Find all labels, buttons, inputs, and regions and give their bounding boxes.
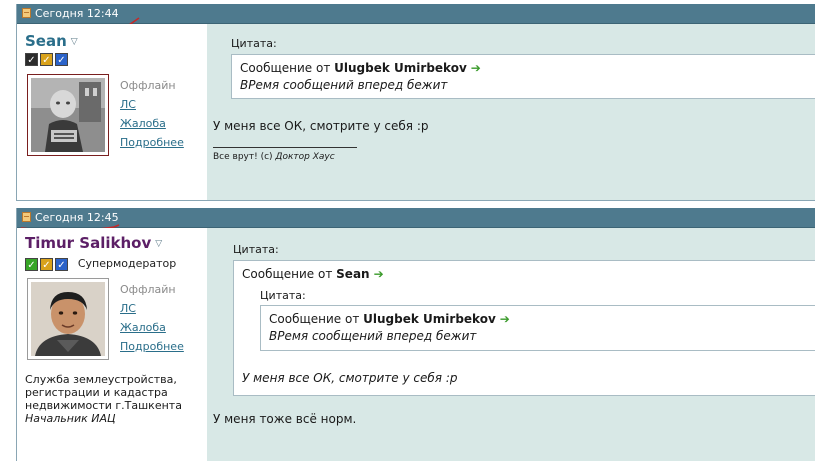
quote-text: ВРемя сообщений вперед бежит bbox=[240, 78, 448, 92]
arrow-right-icon[interactable]: ➔ bbox=[374, 267, 384, 281]
report-link[interactable]: Жалоба bbox=[120, 318, 184, 337]
username[interactable]: Sean ▽ bbox=[25, 32, 78, 50]
user-role: Начальник ИАЦ bbox=[25, 412, 116, 425]
avatar[interactable] bbox=[27, 278, 109, 360]
user-badges: ✓ ✓ ✓ Супермодератор bbox=[25, 257, 176, 271]
nested-quote-header: Сообщение от Ulugbek Umirbekov ➔ bbox=[269, 312, 510, 326]
badge-icon: ✓ bbox=[40, 53, 53, 66]
pm-link[interactable]: ЛС bbox=[120, 95, 184, 114]
post-body: У меня тоже всё норм. bbox=[213, 412, 357, 426]
post-sean: Сегодня 12:44 Sean ▽ ✓ ✓ ✓ Оффлайн ЛС Жа… bbox=[16, 4, 815, 201]
quote-label: Цитата: bbox=[231, 37, 277, 50]
user-links: Оффлайн ЛС Жалоба Подробнее bbox=[120, 280, 184, 356]
quote-author: Ulugbek Umirbekov bbox=[363, 312, 496, 326]
post-body: У меня все ОК, смотрите у себя :p bbox=[213, 119, 429, 133]
arrow-right-icon[interactable]: ➔ bbox=[471, 61, 481, 75]
signature-divider bbox=[213, 147, 357, 148]
signature: Все врут! (с) Доктор Хаус bbox=[213, 152, 335, 162]
post-timur: Сегодня 12:45 Timur Salikhov ▽ ✓ ✓ ✓ Суперм… bbox=[16, 208, 815, 461]
report-link[interactable]: Жалоба bbox=[120, 114, 184, 133]
avatar-photo bbox=[31, 78, 105, 152]
quote-box: Сообщение от Ulugbek Umirbekov ➔ ВРемя со… bbox=[231, 54, 815, 99]
message-area: Цитата: Сообщение от Ulugbek Umirbekov ➔ … bbox=[207, 24, 815, 200]
message-area: Цитата: Сообщение от Sean ➔ Цитата: Сообщ… bbox=[207, 228, 815, 461]
quote-header: Сообщение от Ulugbek Umirbekov ➔ bbox=[240, 61, 481, 75]
user-organization: Служба землеустройства, регистрации и ка… bbox=[25, 373, 205, 425]
user-links: Оффлайн ЛС Жалоба Подробнее bbox=[120, 76, 184, 152]
chevron-down-icon[interactable]: ▽ bbox=[155, 239, 162, 249]
quote-label: Цитата: bbox=[233, 243, 279, 256]
badge-icon: ✓ bbox=[25, 258, 38, 271]
avatar[interactable] bbox=[27, 74, 109, 156]
quote-text: У меня все ОК, смотрите у себя :p bbox=[242, 371, 458, 385]
profile-link[interactable]: Подробнее bbox=[120, 337, 184, 356]
badge-icon: ✓ bbox=[25, 53, 38, 66]
pm-link[interactable]: ЛС bbox=[120, 299, 184, 318]
organization-text: Служба землеустройства, регистрации и ка… bbox=[25, 373, 182, 412]
online-status: Оффлайн bbox=[120, 79, 176, 92]
author-panel: Sean ▽ ✓ ✓ ✓ Оффлайн ЛС Жалоба Подробнее bbox=[17, 24, 207, 200]
quote-header: Сообщение от Sean ➔ bbox=[242, 267, 384, 281]
avatar-photo bbox=[31, 282, 105, 356]
username[interactable]: Timur Salikhov ▽ bbox=[25, 234, 162, 252]
quote-box: Сообщение от Sean ➔ Цитата: Сообщение от … bbox=[233, 260, 815, 396]
user-badges: ✓ ✓ ✓ bbox=[25, 52, 70, 66]
badge-icon: ✓ bbox=[55, 53, 68, 66]
quote-author: Ulugbek Umirbekov bbox=[334, 61, 467, 75]
quote-author: Sean bbox=[336, 267, 370, 281]
badge-icon: ✓ bbox=[55, 258, 68, 271]
chevron-down-icon[interactable]: ▽ bbox=[71, 37, 78, 47]
author-panel: Timur Salikhov ▽ ✓ ✓ ✓ Супермодератор Оффла… bbox=[17, 228, 207, 461]
nested-quote-box: Сообщение от Ulugbek Umirbekov ➔ ВРемя со… bbox=[260, 305, 815, 351]
badge-icon: ✓ bbox=[40, 258, 53, 271]
profile-link[interactable]: Подробнее bbox=[120, 133, 184, 152]
user-title: Супермодератор bbox=[77, 257, 177, 270]
nested-quote-text: ВРемя сообщений вперед бежит bbox=[269, 329, 477, 343]
nested-quote-label: Цитата: bbox=[260, 289, 306, 302]
arrow-right-icon[interactable]: ➔ bbox=[500, 312, 510, 326]
online-status: Оффлайн bbox=[120, 283, 176, 296]
